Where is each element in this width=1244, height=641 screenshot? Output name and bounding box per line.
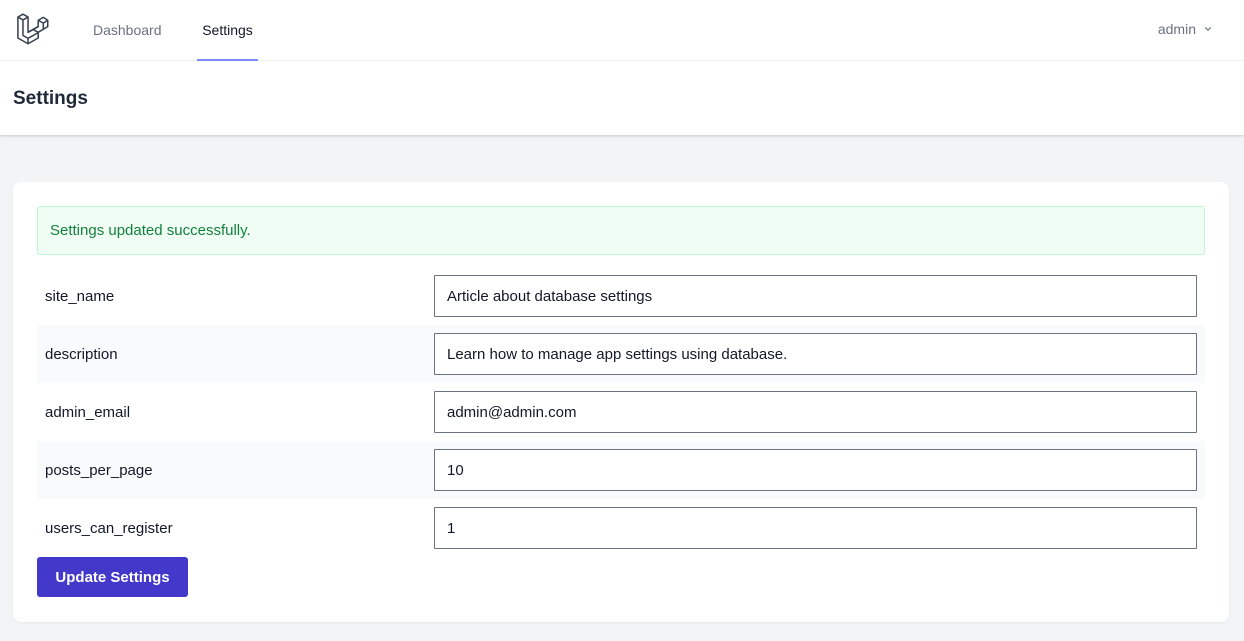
laravel-logo-icon[interactable] xyxy=(16,12,49,45)
setting-label: users_can_register xyxy=(45,519,173,537)
user-name: admin xyxy=(1157,20,1196,37)
success-alert: Settings updated successfully. xyxy=(37,206,1205,255)
posts-per-page-input[interactable] xyxy=(434,449,1197,491)
chevron-down-icon xyxy=(1205,26,1212,31)
nav-link-settings[interactable]: Settings xyxy=(197,0,258,61)
setting-label: admin_email xyxy=(45,403,131,421)
page-header: Settings xyxy=(0,61,1244,135)
setting-label: posts_per_page xyxy=(45,461,153,479)
setting-row-users-can-register: users_can_register xyxy=(37,499,1205,557)
setting-row-posts-per-page: posts_per_page xyxy=(37,441,1205,499)
user-menu-dropdown[interactable]: admin xyxy=(1158,0,1214,57)
setting-label: description xyxy=(45,345,118,363)
settings-form: site_name description admin_email posts_… xyxy=(37,267,1205,557)
setting-row-site-name: site_name xyxy=(37,267,1205,325)
description-input[interactable] xyxy=(434,333,1197,375)
update-settings-button[interactable]: Update Settings xyxy=(37,557,188,597)
setting-row-description: description xyxy=(37,325,1205,383)
setting-row-admin-email: admin_email xyxy=(37,383,1205,441)
settings-card: Settings updated successfully. site_name… xyxy=(13,182,1229,622)
top-navigation: Dashboard Settings admin xyxy=(0,0,1244,61)
site-name-input[interactable] xyxy=(434,275,1197,317)
page-title: Settings xyxy=(13,88,88,109)
setting-label: site_name xyxy=(45,287,115,305)
nav-link-dashboard[interactable]: Dashboard xyxy=(93,0,162,61)
admin-email-input[interactable] xyxy=(434,391,1197,433)
users-can-register-input[interactable] xyxy=(434,507,1197,549)
